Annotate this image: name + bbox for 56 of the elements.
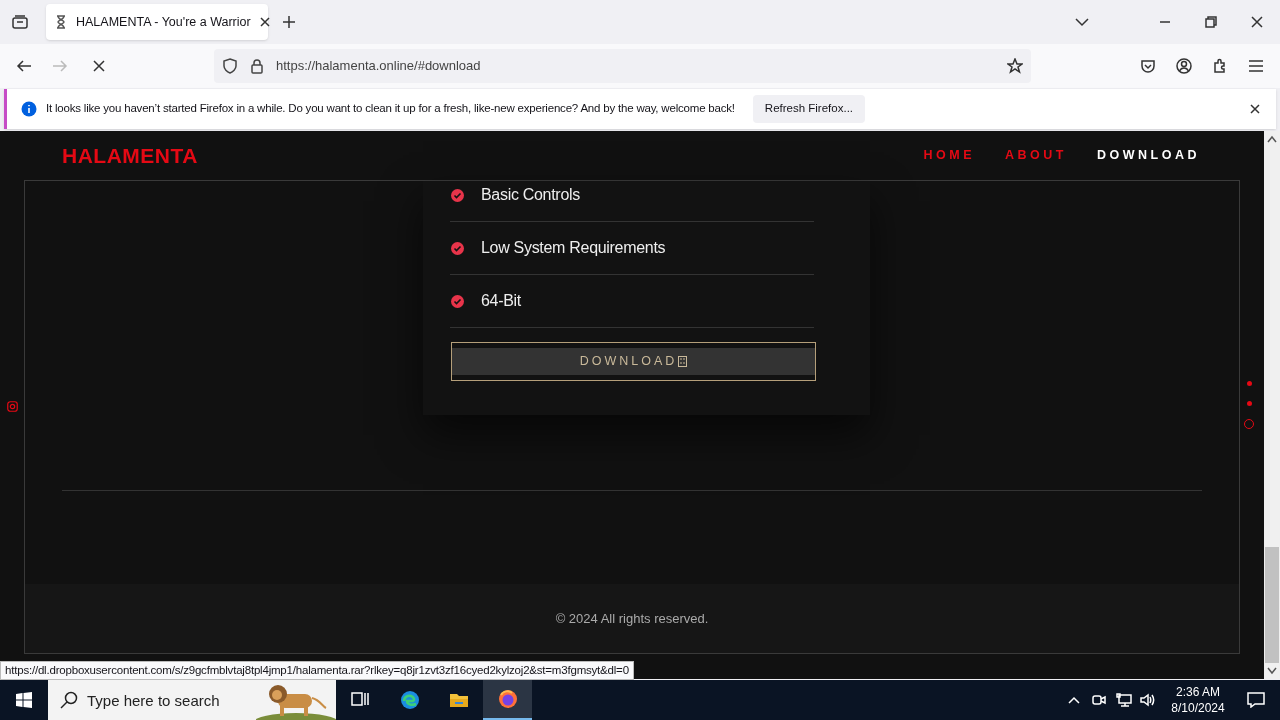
taskbar-search-box[interactable]: Type here to search	[48, 680, 336, 720]
firefox-browser-icon	[497, 689, 518, 709]
hourglass-icon	[54, 15, 68, 29]
check-circle-icon	[451, 188, 464, 202]
stop-loading-icon[interactable]	[92, 59, 106, 73]
shield-icon	[222, 58, 238, 74]
taskbar-clock[interactable]: 2:36 AM 8/10/2024	[1164, 684, 1232, 716]
notification-message: It looks like you haven’t started Firefox in a while. Do you want to clean it up for a fresh, like-new experience? And by the way, welcome back!	[46, 101, 735, 117]
scroll-down-icon	[1267, 667, 1277, 675]
link-status-url: https://dl.dropboxusercontent.com/s/z9gcfmblvtaj8tpl4jmp1/halamenta.rar?rlkey=q8jr1zvt3zf16cyed2kylzoj2&st=m3fgmsyt&dl=0	[0, 661, 634, 680]
scrollbar[interactable]	[1264, 131, 1280, 679]
notifications-icon[interactable]	[1247, 692, 1265, 708]
extensions-icon[interactable]	[1212, 58, 1228, 74]
volume-icon[interactable]	[1140, 693, 1156, 707]
new-tab-icon[interactable]	[282, 15, 296, 29]
close-icon[interactable]	[258, 16, 271, 28]
star-icon[interactable]	[1007, 58, 1023, 74]
windows-start-icon[interactable]	[16, 692, 32, 708]
refresh-firefox-button[interactable]: Refresh Firefox...	[752, 95, 866, 123]
scrollbar-thumb[interactable]	[1265, 547, 1279, 663]
network-icon[interactable]	[1116, 693, 1132, 707]
copyright-text: © 2024 All rights reserved.	[555, 609, 709, 628]
address-bar[interactable]: https://halamenta.online/#download	[214, 49, 1031, 83]
pocket-icon[interactable]	[1140, 58, 1156, 74]
taskbar-app-button[interactable]	[483, 680, 532, 720]
tab-menu-chevron-icon[interactable]	[1075, 17, 1089, 27]
check-circle-icon	[451, 294, 464, 308]
tab-list-icon[interactable]	[11, 14, 29, 30]
feature-text: 64-Bit	[481, 291, 521, 311]
instagram-icon[interactable]	[7, 401, 18, 412]
search-icon	[60, 691, 78, 709]
url-text: https://halamenta.online/#download	[276, 57, 482, 76]
feature-text: Low System Requirements	[481, 238, 666, 258]
taskbar-search-field[interactable]: Type here to search	[87, 680, 255, 720]
nav-link[interactable]: ABOUT	[1005, 146, 1067, 165]
nav-link[interactable]: HOME	[923, 146, 976, 165]
camera-icon[interactable]	[1092, 693, 1106, 707]
account-icon[interactable]	[1176, 58, 1192, 74]
restore-icon[interactable]	[1205, 16, 1217, 28]
browser-tab[interactable]: HALAMENTA - You're a Warrior	[46, 4, 268, 40]
edge-browser-icon	[399, 690, 420, 710]
menu-icon[interactable]	[1248, 59, 1264, 73]
tab-title: HALAMENTA - You're a Warrior	[76, 13, 251, 31]
back-icon[interactable]	[16, 59, 32, 73]
missing-glyph-icon	[678, 356, 688, 367]
info-icon	[21, 101, 37, 117]
show-hidden-icons-icon[interactable]	[1068, 696, 1080, 704]
site-logo[interactable]: HALAMENTA	[62, 139, 198, 172]
lock-icon	[250, 58, 264, 74]
check-circle-icon	[451, 241, 464, 255]
nav-link[interactable]: DOWNLOAD	[1097, 146, 1200, 165]
close-window-icon[interactable]	[1251, 16, 1263, 28]
feature-text: Basic Controls	[481, 185, 580, 205]
close-icon[interactable]	[1250, 104, 1260, 114]
scroll-up-icon	[1267, 135, 1277, 143]
download-button[interactable]: DOWNLOAD	[451, 342, 816, 381]
